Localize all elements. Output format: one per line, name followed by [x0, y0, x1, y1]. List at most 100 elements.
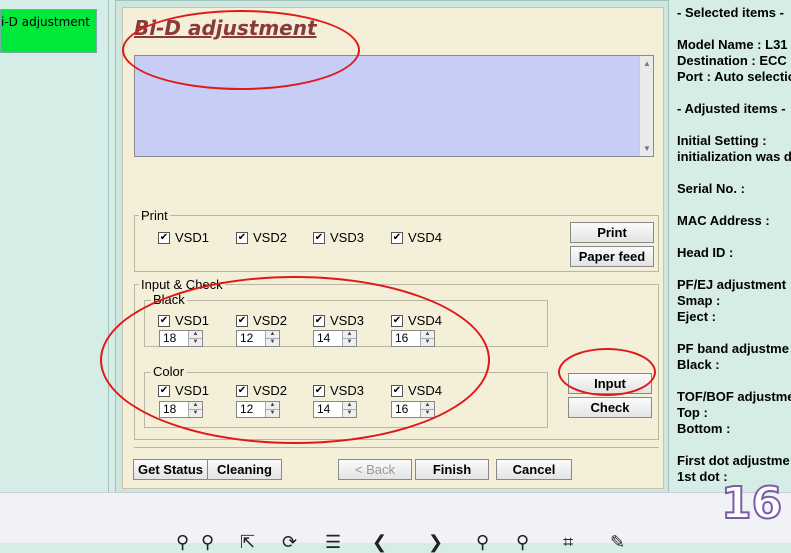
- info-line: 1st dot :: [677, 469, 728, 484]
- color-group-label: Color: [151, 364, 187, 379]
- color-vsd4-checkbox[interactable]: ✔ VSD4: [391, 383, 442, 398]
- color-vsd1-spinner[interactable]: 18 ▲ ▼: [159, 401, 203, 418]
- spin-down-icon[interactable]: ▼: [421, 338, 434, 346]
- info-line: Eject :: [677, 309, 717, 324]
- print-button[interactable]: Print: [570, 222, 654, 243]
- info-line: Smap :: [677, 293, 721, 308]
- black-vsd2-spinner[interactable]: 12 ▲ ▼: [236, 330, 280, 347]
- checkbox-check-icon: ✔: [236, 384, 248, 397]
- spin-up-icon[interactable]: ▲: [343, 402, 356, 409]
- black-vsd2-checkbox[interactable]: ✔ VSD2: [236, 313, 287, 328]
- input-button[interactable]: Input: [568, 373, 652, 394]
- info-line: Port : Auto selectio: [677, 69, 791, 84]
- color-vsd2-spinner[interactable]: 12 ▲ ▼: [236, 401, 280, 418]
- scroll-up-icon[interactable]: ▲: [643, 59, 651, 68]
- black-vsd1-checkbox[interactable]: ✔ VSD1: [158, 313, 209, 328]
- print-vsd1-checkbox[interactable]: ✔ VSD1: [158, 230, 209, 245]
- dialog-body: Bi-D adjustment ▲ ▼ Print ✔ VSD1 ✔ VSD2 ✔ V…: [122, 7, 664, 489]
- spin-down-icon[interactable]: ▼: [343, 409, 356, 417]
- print-vsd4-checkbox[interactable]: ✔ VSD4: [391, 230, 442, 245]
- checkbox-check-icon: ✔: [391, 384, 403, 397]
- nav-item-bid-adjustment[interactable]: i-D adjustment: [0, 9, 97, 53]
- bid-adjustment-dialog: Bi-D adjustment ▲ ▼ Print ✔ VSD1 ✔ VSD2 ✔ V…: [115, 0, 669, 495]
- checkbox-label: VSD1: [175, 230, 209, 245]
- color-vsd3-spinner[interactable]: 14 ▲ ▼: [313, 401, 357, 418]
- result-memo[interactable]: ▲ ▼: [134, 55, 654, 157]
- spin-down-icon[interactable]: ▼: [266, 338, 279, 346]
- spinner-value[interactable]: 18: [160, 331, 188, 346]
- print-group-label: Print: [139, 208, 170, 223]
- spin-down-icon[interactable]: ▼: [189, 409, 202, 417]
- print-vsd3-checkbox[interactable]: ✔ VSD3: [313, 230, 364, 245]
- cleaning-button[interactable]: Cleaning: [207, 459, 282, 480]
- spin-down-icon[interactable]: ▼: [343, 338, 356, 346]
- spinner-value[interactable]: 14: [314, 331, 342, 346]
- spin-up-icon[interactable]: ▲: [266, 331, 279, 338]
- checkbox-label: VSD3: [330, 383, 364, 398]
- spinner-value[interactable]: 16: [392, 402, 420, 417]
- scroll-down-icon[interactable]: ▼: [643, 144, 651, 153]
- color-vsd1-checkbox[interactable]: ✔ VSD1: [158, 383, 209, 398]
- print-vsd2-checkbox[interactable]: ✔ VSD2: [236, 230, 287, 245]
- black-group-label: Black: [151, 292, 187, 307]
- info-line: Head ID :: [677, 245, 734, 260]
- info-line: initialization was d: [677, 149, 791, 164]
- cancel-button[interactable]: Cancel: [496, 459, 572, 480]
- spinner-value[interactable]: 18: [160, 402, 188, 417]
- color-vsd3-checkbox[interactable]: ✔ VSD3: [313, 383, 364, 398]
- spin-down-icon[interactable]: ▼: [189, 338, 202, 346]
- checkbox-label: VSD3: [330, 313, 364, 328]
- spinner-value[interactable]: 12: [237, 331, 265, 346]
- spin-up-icon[interactable]: ▲: [266, 402, 279, 409]
- color-vsd2-checkbox[interactable]: ✔ VSD2: [236, 383, 287, 398]
- page-number: 16: [720, 477, 783, 530]
- spin-up-icon[interactable]: ▲: [343, 331, 356, 338]
- black-vsd3-checkbox[interactable]: ✔ VSD3: [313, 313, 364, 328]
- back-button[interactable]: < Back: [338, 459, 412, 480]
- spin-down-icon[interactable]: ▼: [266, 409, 279, 417]
- spinner-value[interactable]: 12: [237, 402, 265, 417]
- checkbox-check-icon: ✔: [313, 384, 325, 397]
- info-panel: - Selected items - Model Name : L31 Dest…: [672, 0, 791, 492]
- viewer-toolbar: [0, 492, 791, 543]
- info-line: - Selected items -: [677, 5, 784, 20]
- checkbox-label: VSD2: [253, 383, 287, 398]
- spinner-value[interactable]: 14: [314, 402, 342, 417]
- input-check-group-label: Input & Check: [139, 277, 225, 292]
- get-status-button[interactable]: Get Status: [133, 459, 208, 480]
- checkbox-check-icon: ✔: [158, 231, 170, 244]
- black-vsd4-spinner[interactable]: 16 ▲ ▼: [391, 330, 435, 347]
- paper-feed-button[interactable]: Paper feed: [570, 246, 654, 267]
- checkbox-check-icon: ✔: [236, 314, 248, 327]
- info-line: Black :: [677, 357, 720, 372]
- finish-button[interactable]: Finish: [415, 459, 489, 480]
- black-vsd4-checkbox[interactable]: ✔ VSD4: [391, 313, 442, 328]
- dialog-title: Bi-D adjustment: [134, 16, 317, 40]
- info-line: Destination : ECC: [677, 53, 787, 68]
- info-line: Model Name : L31: [677, 37, 788, 52]
- checkbox-label: VSD2: [253, 230, 287, 245]
- check-button[interactable]: Check: [568, 397, 652, 418]
- info-line: Initial Setting :: [677, 133, 767, 148]
- spin-down-icon[interactable]: ▼: [421, 409, 434, 417]
- spin-up-icon[interactable]: ▲: [189, 402, 202, 409]
- spin-up-icon[interactable]: ▲: [421, 402, 434, 409]
- footer-separator: [134, 447, 659, 448]
- black-vsd1-spinner[interactable]: 18 ▲ ▼: [159, 330, 203, 347]
- info-line: PF/EJ adjustment: [677, 277, 787, 292]
- checkbox-label: VSD4: [408, 383, 442, 398]
- spin-up-icon[interactable]: ▲: [189, 331, 202, 338]
- color-group: [144, 372, 548, 428]
- checkbox-label: VSD3: [330, 230, 364, 245]
- checkbox-label: VSD1: [175, 383, 209, 398]
- color-vsd4-spinner[interactable]: 16 ▲ ▼: [391, 401, 435, 418]
- info-line: MAC Address :: [677, 213, 770, 228]
- spin-up-icon[interactable]: ▲: [421, 331, 434, 338]
- spinner-value[interactable]: 16: [392, 331, 420, 346]
- memo-scrollbar[interactable]: ▲ ▼: [639, 56, 653, 156]
- black-vsd3-spinner[interactable]: 14 ▲ ▼: [313, 330, 357, 347]
- checkbox-check-icon: ✔: [313, 314, 325, 327]
- info-line: Top :: [677, 405, 708, 420]
- info-line: Serial No. :: [677, 181, 745, 196]
- checkbox-label: VSD1: [175, 313, 209, 328]
